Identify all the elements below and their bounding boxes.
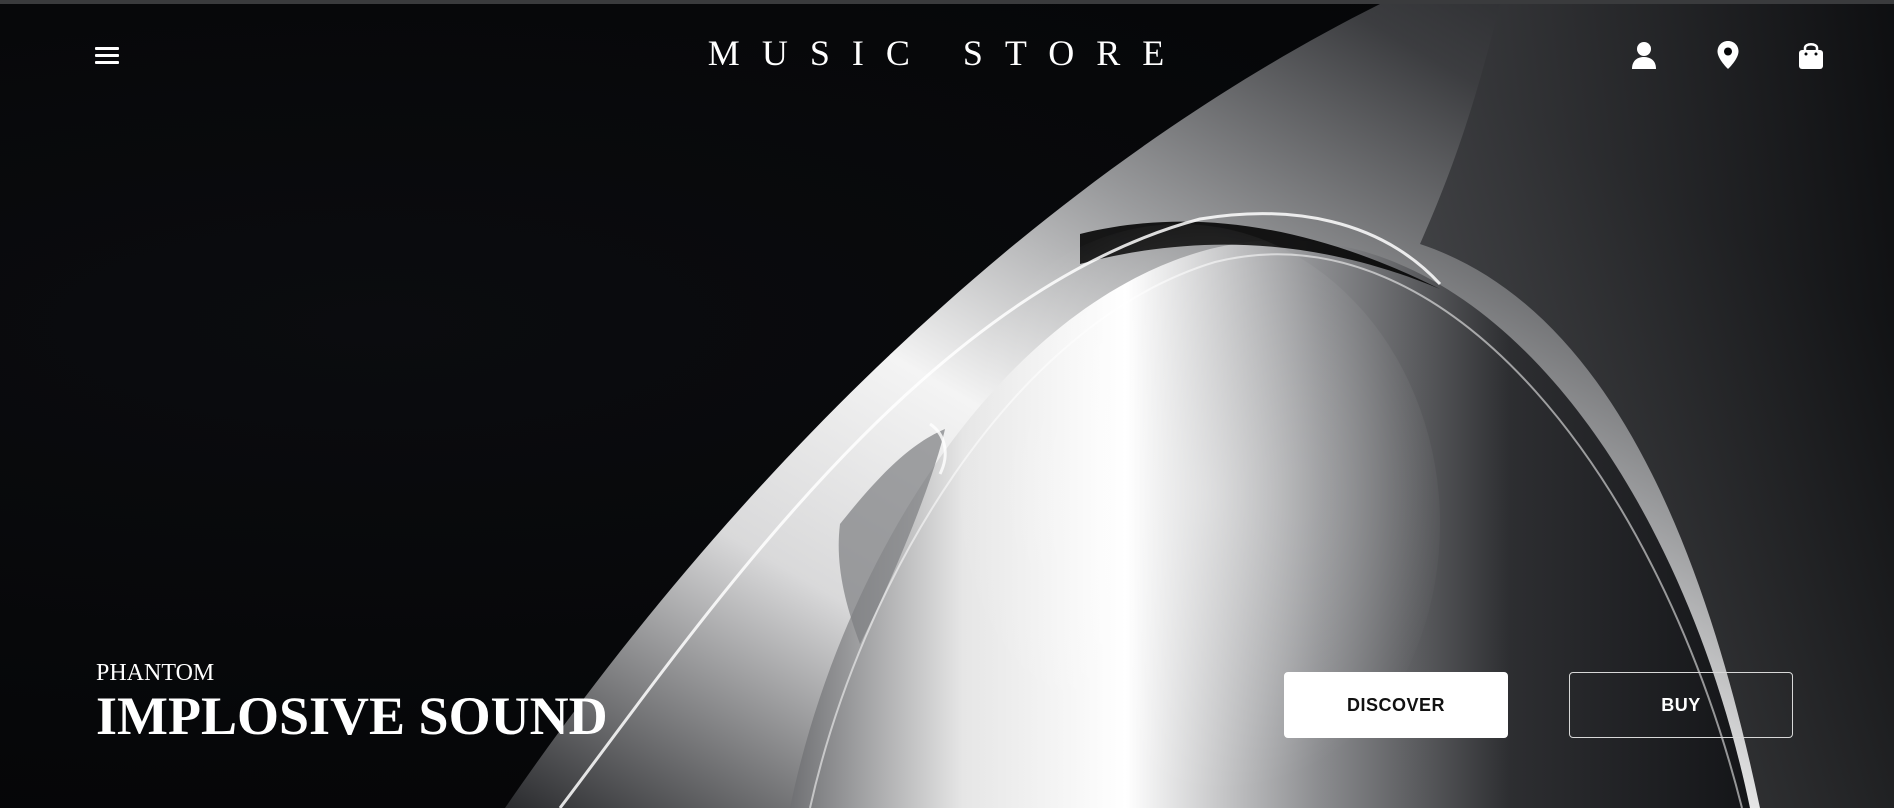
hamburger-menu-icon[interactable] — [93, 40, 123, 70]
shopping-bag-icon[interactable] — [1796, 40, 1826, 70]
buy-button[interactable]: BUY — [1569, 672, 1793, 738]
site-header: MUSIC STORE — [0, 4, 1894, 104]
product-eyebrow: PHANTOM — [96, 660, 215, 686]
site-logo[interactable]: MUSIC STORE — [708, 32, 1186, 74]
hero-text-block: PHANTOM IMPLOSIVE SOUND — [96, 660, 608, 746]
user-icon[interactable] — [1629, 40, 1659, 70]
location-pin-icon[interactable] — [1713, 40, 1743, 70]
discover-button[interactable]: DISCOVER — [1284, 672, 1508, 738]
hero-headline: IMPLOSIVE SOUND — [96, 686, 608, 746]
